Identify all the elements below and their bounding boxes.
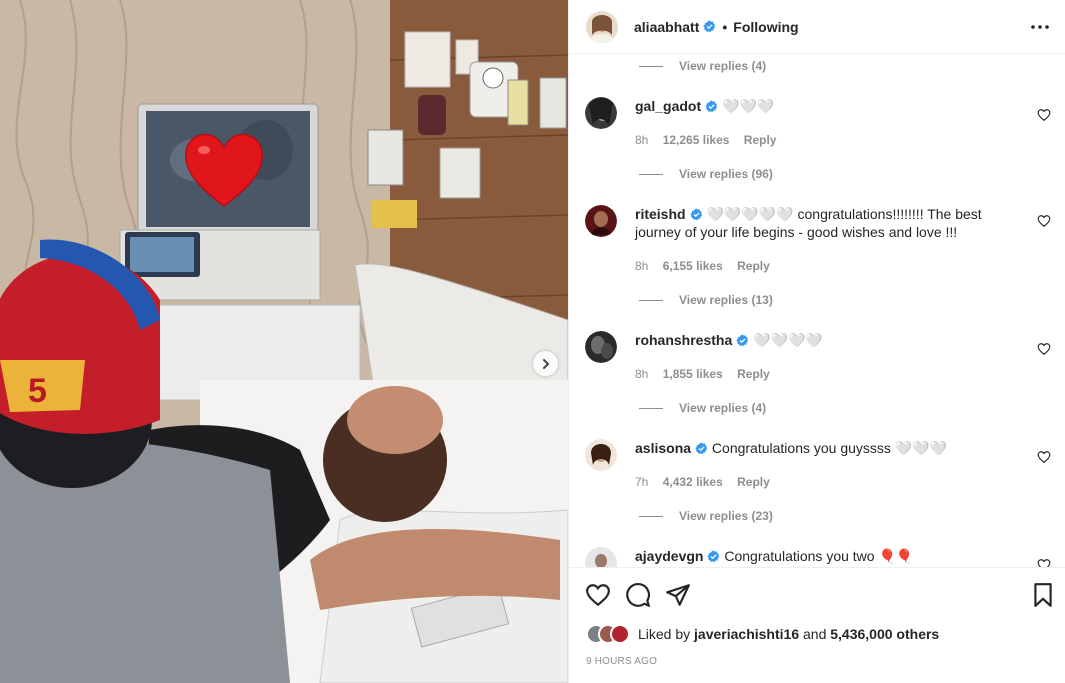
heart-icon[interactable] (585, 582, 611, 608)
svg-text:5: 5 (28, 372, 47, 410)
replies-line (639, 299, 663, 301)
like-comment-heart-icon[interactable] (1037, 558, 1051, 567)
verified-badge-icon (705, 100, 718, 113)
comment-username[interactable]: rohanshrestha (635, 332, 732, 348)
view-replies-label: View replies (23) (679, 509, 773, 523)
photo-scene: 5 (0, 0, 568, 683)
comment-username[interactable]: ajaydevgn (635, 548, 703, 564)
view-replies-link[interactable]: View replies (4) (639, 401, 766, 415)
comment-time: 8h (635, 259, 649, 273)
avatar[interactable] (586, 10, 618, 43)
avatar[interactable] (585, 331, 617, 363)
more-options-button[interactable] (1028, 15, 1052, 39)
liked-by-text: Liked by javeriachishti16 and 5,436,000 … (638, 626, 939, 642)
bookmark-icon[interactable] (1030, 582, 1056, 608)
profile-picture (585, 439, 617, 471)
verified-badge-icon (703, 20, 716, 33)
separator-dot: • (722, 18, 728, 35)
comment-body: gal_gadot 🤍🤍🤍 (635, 97, 1010, 115)
comment-likes[interactable]: 4,432 likes (663, 475, 723, 489)
verified-badge-icon (690, 208, 702, 221)
comment-text: Congratulations you guyssss 🤍🤍🤍 (711, 440, 948, 456)
view-replies-link[interactable]: View replies (4) (639, 59, 766, 73)
view-replies-label: View replies (96) (679, 167, 773, 181)
post-photo[interactable]: 5 (0, 0, 568, 683)
verified-badge-icon (707, 550, 720, 563)
post-timestamp[interactable]: 9 HOURS AGO (586, 656, 657, 667)
comment-meta: 8h 12,265 likes Reply (635, 133, 787, 147)
avatar[interactable] (585, 205, 617, 237)
avatar[interactable] (585, 547, 617, 567)
instagram-post-view: 5 aliaabhatt • Following View replies (4… (0, 0, 1065, 683)
like-comment-heart-icon[interactable] (1037, 342, 1051, 356)
liked-by-and: and (803, 626, 827, 642)
reply-button[interactable]: Reply (737, 259, 770, 273)
replies-line (639, 515, 663, 517)
comment-meta: 8h 6,155 likes Reply (635, 259, 781, 273)
comment-time: 8h (635, 133, 649, 147)
view-replies-link[interactable]: View replies (23) (639, 509, 773, 523)
share-icon[interactable] (665, 582, 691, 608)
like-comment-heart-icon[interactable] (1037, 214, 1051, 228)
post-author-username[interactable]: aliaabhatt (634, 19, 699, 35)
reply-button[interactable]: Reply (744, 133, 777, 147)
post-header: aliaabhatt • Following (569, 0, 1065, 54)
verified-badge-icon (736, 334, 749, 347)
comment-username[interactable]: gal_gadot (635, 98, 701, 114)
comment-likes[interactable]: 1,855 likes (663, 367, 723, 381)
comment-time: 7h (635, 475, 649, 489)
comment-text: 🤍🤍🤍🤍 (753, 332, 823, 348)
post-side-panel: aliaabhatt • Following View replies (4) (568, 0, 1065, 683)
more-options-icon (1031, 25, 1049, 29)
avatar[interactable] (585, 97, 617, 129)
chevron-right-icon (542, 358, 549, 369)
like-comment-heart-icon[interactable] (1037, 108, 1051, 122)
comment-text: 🤍🤍🤍🤍🤍 congratulations!!!!!!!! The best j… (635, 206, 982, 240)
post-actions-bar: Liked by javeriachishti16 and 5,436,000 … (569, 567, 1065, 683)
profile-picture (586, 10, 618, 43)
replies-line (639, 173, 663, 175)
next-photo-button[interactable] (533, 351, 558, 376)
comment-meta: 7h 4,432 likes Reply (635, 475, 781, 489)
view-replies-label: View replies (4) (679, 401, 767, 415)
comment-body: ajaydevgn Congratulations you two 🎈🎈 (635, 547, 1010, 565)
comment-body: aslisona Congratulations you guyssss 🤍🤍🤍 (635, 439, 1010, 457)
liked-by-username[interactable]: javeriachishti16 (694, 626, 799, 642)
comment-icon[interactable] (625, 582, 651, 608)
comment-likes[interactable]: 6,155 likes (663, 259, 723, 273)
avatar[interactable] (585, 439, 617, 471)
comment-username[interactable]: riteishd (635, 206, 686, 222)
following-button[interactable]: Following (733, 19, 798, 35)
reply-button[interactable]: Reply (737, 475, 770, 489)
verified-badge-icon (695, 442, 708, 455)
reply-button[interactable]: Reply (737, 367, 770, 381)
profile-picture (585, 331, 617, 363)
comment-meta: 8h 1,855 likes Reply (635, 367, 781, 381)
liker-avatar (610, 624, 630, 644)
view-replies-link[interactable]: View replies (96) (639, 167, 773, 181)
liked-by-row: Liked by javeriachishti16 and 5,436,000 … (586, 624, 939, 644)
comment-body: rohanshrestha 🤍🤍🤍🤍 (635, 331, 1010, 349)
view-replies-link[interactable]: View replies (13) (639, 293, 773, 307)
comment-time: 8h (635, 367, 649, 381)
profile-picture (585, 205, 617, 237)
comments-list[interactable]: View replies (4) gal_gadot 🤍🤍🤍 8h 12,265… (569, 55, 1065, 567)
replies-line (639, 65, 663, 67)
view-replies-label: View replies (4) (679, 59, 767, 73)
liked-by-prefix: Liked by (638, 626, 691, 642)
profile-picture (585, 97, 617, 129)
comment-likes[interactable]: 12,265 likes (663, 133, 730, 147)
view-replies-label: View replies (13) (679, 293, 773, 307)
like-comment-heart-icon[interactable] (1037, 450, 1051, 464)
comment-username[interactable]: aslisona (635, 440, 691, 456)
replies-line (639, 407, 663, 409)
comment-body: riteishd 🤍🤍🤍🤍🤍 congratulations!!!!!!!! T… (635, 205, 1010, 241)
profile-picture (585, 547, 617, 567)
comment-text: 🤍🤍🤍 (722, 98, 775, 114)
likes-count[interactable]: 5,436,000 others (830, 626, 939, 642)
comment-text: Congratulations you two 🎈🎈 (724, 548, 914, 564)
